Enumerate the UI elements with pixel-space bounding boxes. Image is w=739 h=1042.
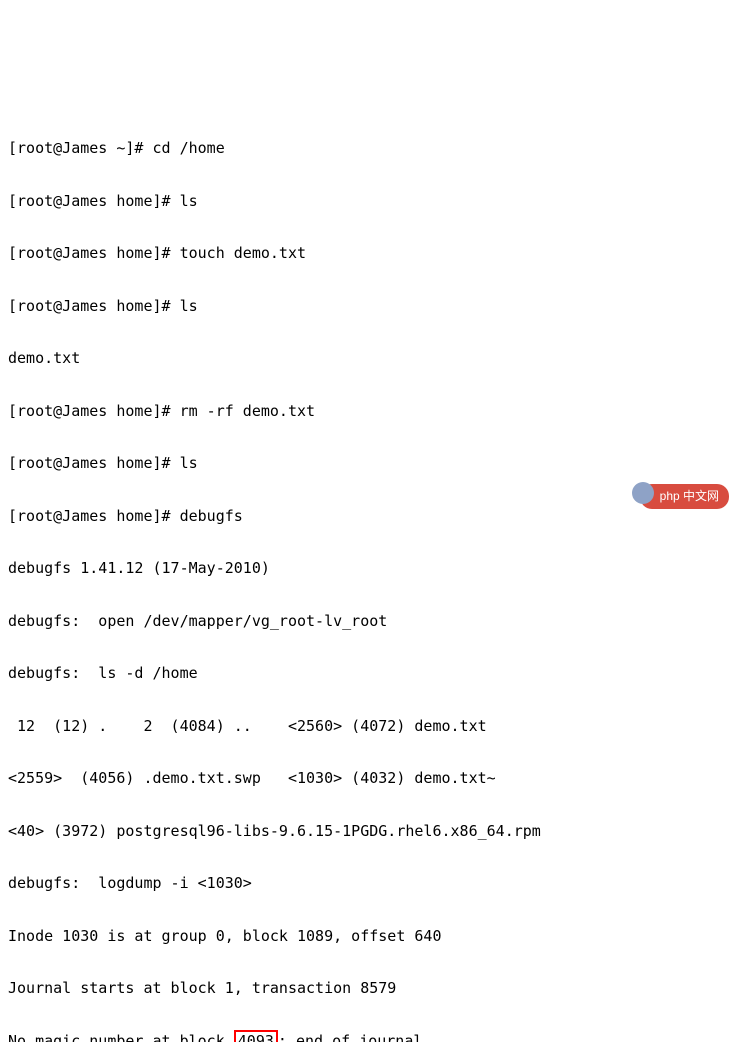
php-elephant-icon bbox=[632, 482, 654, 504]
line-14: <40> (3972) postgresql96-libs-9.6.15-1PG… bbox=[8, 818, 731, 844]
prompt: [root@James home]# bbox=[8, 454, 171, 472]
command-rm: rm -rf demo.txt bbox=[171, 402, 316, 420]
command-ls: ls bbox=[171, 297, 198, 315]
line-7: [root@James home]# ls bbox=[8, 450, 731, 476]
output-dirlist: 12 (12) . 2 (4084) .. <2560> (4072) demo… bbox=[8, 717, 514, 735]
command-ls: ls bbox=[171, 192, 198, 210]
command-debugfs: debugfs bbox=[171, 507, 243, 525]
line-17: Journal starts at block 1, transaction 8… bbox=[8, 975, 731, 1001]
line-2: [root@James home]# ls bbox=[8, 188, 731, 214]
highlight-block-number: 4093 bbox=[234, 1030, 278, 1042]
watermark-badge: php 中文网 bbox=[640, 484, 729, 509]
line-18: No magic number at block 4093: end of jo… bbox=[8, 1028, 731, 1042]
command-cd: cd /home bbox=[143, 139, 224, 157]
prompt: [root@James ~]# bbox=[8, 139, 143, 157]
line-4: [root@James home]# ls bbox=[8, 293, 731, 319]
output-inode: Inode 1030 is at group 0, block 1089, of… bbox=[8, 927, 441, 945]
output-demo: demo.txt bbox=[8, 349, 80, 367]
prompt: [root@James home]# bbox=[8, 192, 171, 210]
output-nomagic-b: : end of journal. bbox=[278, 1032, 432, 1042]
output-nomagic-a: No magic number at block bbox=[8, 1032, 234, 1042]
command-logdump: logdump -i <1030> bbox=[80, 874, 252, 892]
terminal-output[interactable]: [root@James ~]# cd /home [root@James hom… bbox=[8, 109, 731, 1042]
line-6: [root@James home]# rm -rf demo.txt bbox=[8, 398, 731, 424]
line-11: debugfs: ls -d /home bbox=[8, 660, 731, 686]
output-version: debugfs 1.41.12 (17-May-2010) bbox=[8, 559, 270, 577]
line-10: debugfs: open /dev/mapper/vg_root-lv_roo… bbox=[8, 608, 731, 634]
output-dirlist3: <40> (3972) postgresql96-libs-9.6.15-1PG… bbox=[8, 822, 568, 840]
prompt: [root@James home]# bbox=[8, 297, 171, 315]
line-8: [root@James home]# debugfs bbox=[8, 503, 731, 529]
command-touch: touch demo.txt bbox=[171, 244, 306, 262]
line-13: <2559> (4056) .demo.txt.swp <1030> (4032… bbox=[8, 765, 731, 791]
line-16: Inode 1030 is at group 0, block 1089, of… bbox=[8, 923, 731, 949]
debugfs-prompt: debugfs: bbox=[8, 874, 80, 892]
line-15: debugfs: logdump -i <1030> bbox=[8, 870, 731, 896]
command-lsd: ls -d /home bbox=[80, 664, 197, 682]
line-1: [root@James ~]# cd /home bbox=[8, 135, 731, 161]
debugfs-prompt: debugfs: bbox=[8, 612, 80, 630]
prompt: [root@James home]# bbox=[8, 507, 171, 525]
prompt: [root@James home]# bbox=[8, 244, 171, 262]
line-3: [root@James home]# touch demo.txt bbox=[8, 240, 731, 266]
output-journal: Journal starts at block 1, transaction 8… bbox=[8, 979, 396, 997]
line-12: 12 (12) . 2 (4084) .. <2560> (4072) demo… bbox=[8, 713, 731, 739]
line-5: demo.txt bbox=[8, 345, 731, 371]
command-open: open /dev/mapper/vg_root-lv_root bbox=[80, 612, 387, 630]
watermark-text: php 中文网 bbox=[660, 486, 719, 507]
prompt: [root@James home]# bbox=[8, 402, 171, 420]
output-dirlist2: <2559> (4056) .demo.txt.swp <1030> (4032… bbox=[8, 769, 523, 787]
command-ls: ls bbox=[171, 454, 198, 472]
debugfs-prompt: debugfs: bbox=[8, 664, 80, 682]
line-9: debugfs 1.41.12 (17-May-2010) bbox=[8, 555, 731, 581]
